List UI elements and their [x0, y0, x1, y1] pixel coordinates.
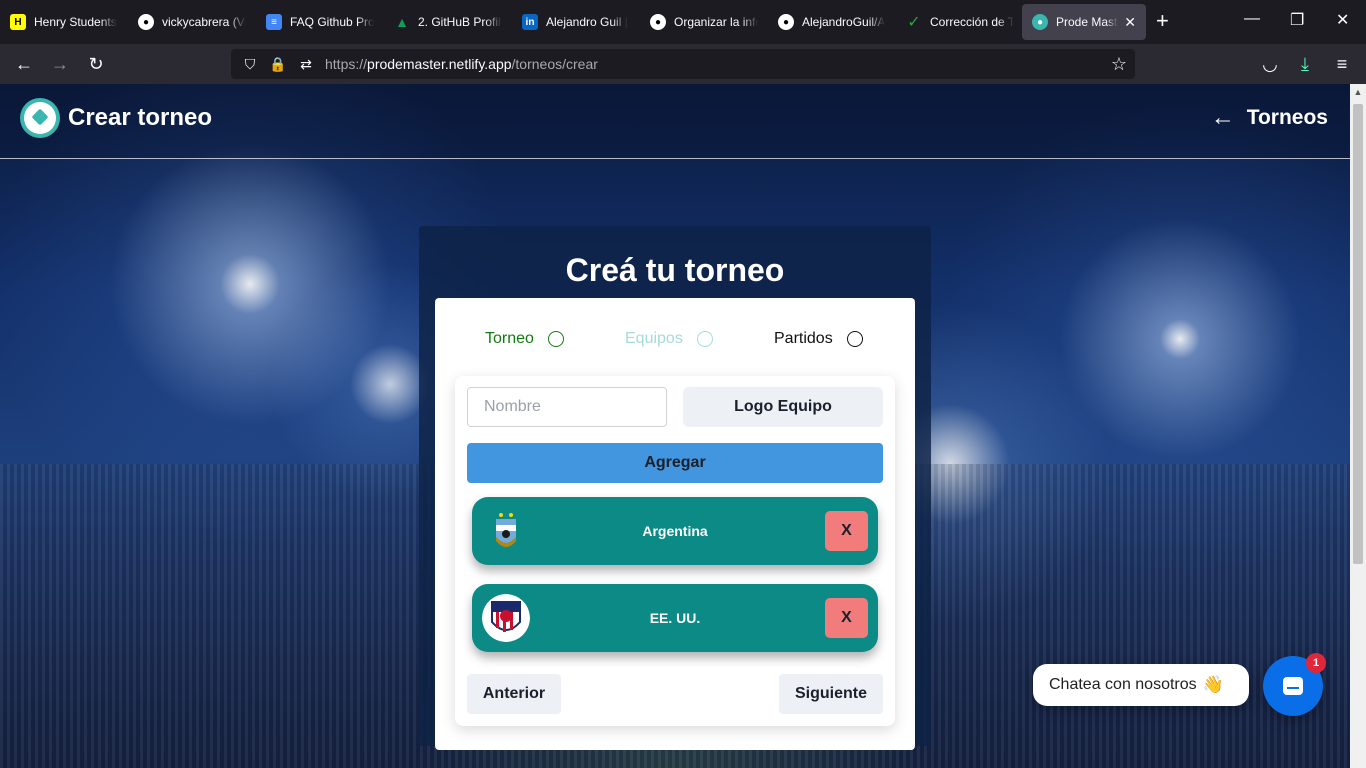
scrollbar-thumb[interactable] — [1353, 104, 1363, 564]
delete-team-button[interactable]: X — [825, 598, 868, 638]
arrow-left-icon: ← — [1210, 104, 1235, 131]
page-title: Crear torneo — [68, 104, 213, 131]
reload-icon[interactable]: ↻ — [84, 52, 108, 76]
check-icon: ✓ — [907, 14, 921, 31]
tab-correccion[interactable]: ✓ Corrección de Te — [896, 4, 1024, 40]
browser-nav-bar: ← → ↻ ⛉ 🔒 ⇄ https://prodemaster.netlify.… — [0, 44, 1366, 84]
close-tab-icon[interactable]: ✕ — [1124, 14, 1136, 31]
close-window-icon[interactable]: ✕ — [1336, 10, 1349, 30]
radio-circle-icon[interactable] — [846, 331, 863, 347]
step-torneo[interactable]: Torneo — [485, 330, 564, 348]
torneos-back-link[interactable]: ← Torneos — [1211, 104, 1328, 132]
waving-hand-icon: 👋 — [1202, 675, 1224, 694]
page-scrollbar[interactable]: ▲ — [1350, 84, 1366, 768]
torneos-link-label: Torneos — [1246, 106, 1328, 129]
step-label: Equipos — [625, 330, 683, 347]
lock-icon[interactable]: 🔒 — [269, 56, 287, 73]
team-card: Argentina X — [472, 497, 878, 565]
chat-prompt-text: Chatea con nosotros — [1049, 676, 1197, 693]
tab-linkedin[interactable]: in Alejandro Guil | — [512, 4, 640, 40]
chat-icon — [1283, 677, 1303, 695]
pocket-icon[interactable]: ◡ — [1258, 52, 1282, 76]
tab-vickycabrera[interactable]: ● vickycabrera (Vi — [128, 4, 256, 40]
step-label: Torneo — [485, 330, 534, 347]
team-name: EE. UU. — [649, 610, 701, 626]
add-team-button[interactable]: Agregar — [467, 443, 883, 483]
menu-icon[interactable]: ≡ — [1330, 52, 1354, 76]
back-icon[interactable]: ← — [12, 52, 36, 76]
panel-title: Creá tu torneo — [565, 252, 785, 288]
radio-circle-icon[interactable] — [696, 331, 713, 347]
team-logo-button[interactable]: Logo Equipo — [683, 387, 883, 427]
team-name: Argentina — [642, 523, 708, 539]
restore-icon[interactable]: ❐ — [1290, 10, 1304, 30]
wizard-steps: Torneo Equipos Partidos — [435, 330, 915, 354]
scroll-up-icon[interactable]: ▲ — [1350, 84, 1366, 100]
bookmark-star-icon[interactable]: ☆ — [1111, 54, 1127, 75]
github-icon: ● — [138, 14, 154, 30]
permissions-icon[interactable]: ⇄ — [297, 56, 315, 73]
drive-icon: ▲ — [395, 14, 409, 30]
linkedin-icon: in — [522, 14, 538, 30]
new-tab-icon[interactable]: + — [1156, 10, 1169, 32]
radio-circle-icon[interactable] — [547, 331, 564, 347]
create-tournament-panel: Creá tu torneo Torneo Equipos Partidos N… — [419, 226, 931, 750]
shield-icon[interactable]: ⛉ — [241, 56, 259, 73]
step-equipos[interactable]: Equipos — [625, 330, 713, 348]
delete-team-button[interactable]: X — [825, 511, 868, 551]
chat-unread-badge: 1 — [1306, 653, 1326, 673]
team-card: EE. UU. X — [472, 584, 878, 652]
url-bar[interactable]: ⛉ 🔒 ⇄ https://prodemaster.netlify.app/to… — [231, 49, 1135, 79]
chat-prompt-bubble[interactable]: Chatea con nosotros 👋 — [1033, 664, 1249, 706]
tab-organizar[interactable]: ● Organizar la info — [640, 4, 768, 40]
url-text[interactable]: https://prodemaster.netlify.app/torneos/… — [325, 56, 598, 72]
github-icon: ● — [650, 14, 666, 30]
minimize-icon[interactable]: — — [1244, 10, 1260, 28]
previous-button[interactable]: Anterior — [467, 674, 561, 714]
wizard-card: Torneo Equipos Partidos Logo Equipo Agre… — [435, 298, 915, 750]
tab-github-profile[interactable]: ▲ 2. GitHuB Profile — [384, 4, 512, 40]
tab-faq-github[interactable]: ≡ FAQ Github Prof — [256, 4, 384, 40]
soccer-ball-logo-icon — [20, 98, 60, 138]
tab-alejandroguil[interactable]: ● AlejandroGuil/A — [768, 4, 896, 40]
step-label: Partidos — [774, 330, 833, 347]
teams-form: Logo Equipo Agregar — [455, 376, 895, 726]
henry-icon: H — [10, 14, 26, 30]
next-button[interactable]: Siguiente — [779, 674, 883, 714]
page-background: Crear torneo ← Torneos Creá tu torneo To… — [0, 84, 1350, 768]
step-partidos[interactable]: Partidos — [774, 330, 863, 348]
download-icon[interactable]: ⤓ — [1293, 52, 1317, 76]
team-name-input[interactable] — [467, 387, 667, 427]
tab-henry-students[interactable]: H Henry Students — [0, 4, 128, 40]
github-icon: ● — [778, 14, 794, 30]
docs-icon: ≡ — [266, 14, 282, 30]
tab-prode-master[interactable]: ● Prode Master ✕ — [1022, 4, 1146, 40]
forward-icon[interactable]: → — [48, 52, 72, 76]
browser-tab-bar: H Henry Students ● vickycabrera (Vi ≡ FA… — [0, 0, 1366, 44]
app-header: Crear torneo ← Torneos — [0, 84, 1350, 159]
soccer-ball-icon: ● — [1032, 14, 1048, 30]
